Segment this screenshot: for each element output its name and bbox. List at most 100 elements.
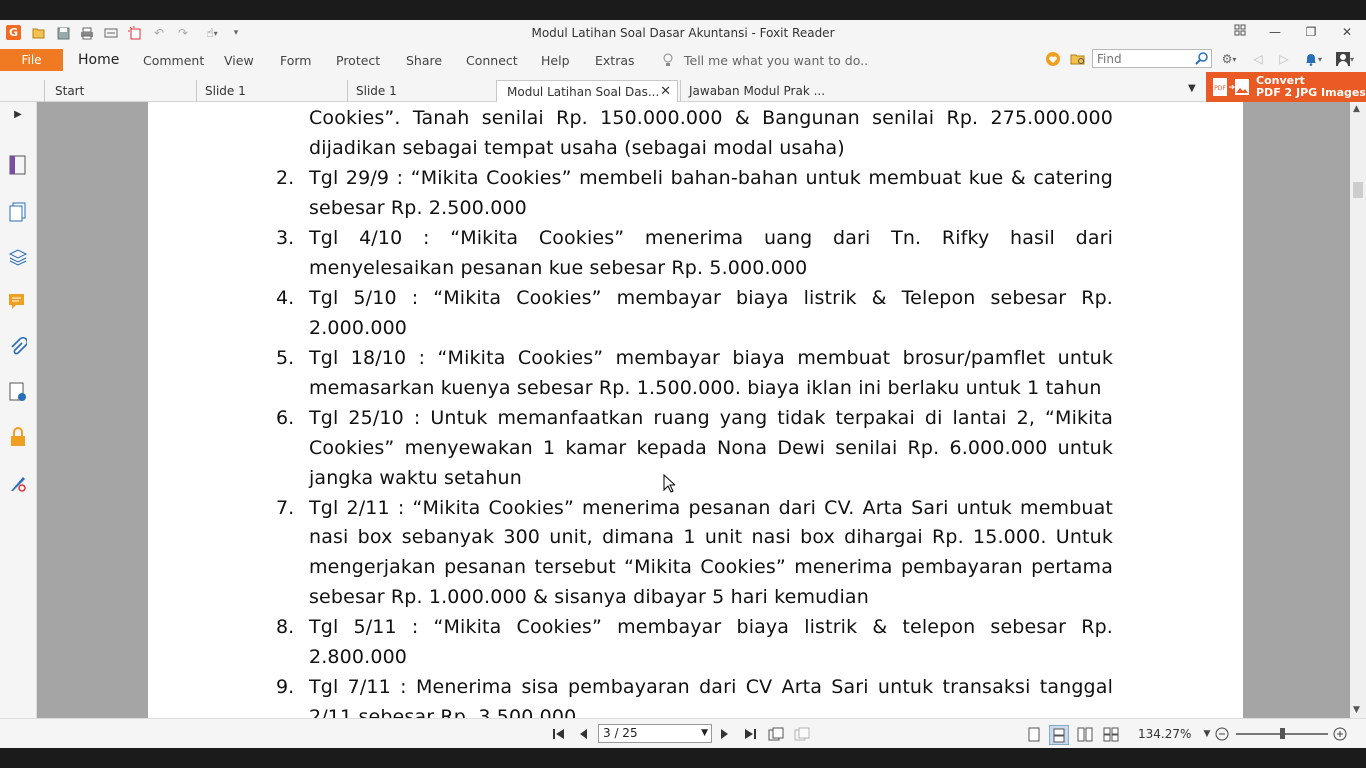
find-field[interactable] [1092, 49, 1212, 68]
zoom-in-icon[interactable] [1331, 725, 1349, 743]
previous-page-icon[interactable] [574, 725, 592, 743]
pdf-to-image-icon: PDF [1212, 76, 1250, 98]
tell-me-search[interactable]: Tell me what you want to do.. [684, 53, 868, 68]
paragraph-line: Tgl 5/11 : “Mikita Cookies” membayar bia… [309, 616, 1113, 638]
tab-label: Jawaban Modul Prak ... [689, 84, 826, 98]
tab-label: Slide 1 [205, 84, 246, 98]
next-view-icon[interactable] [793, 725, 811, 743]
menu-comment[interactable]: Comment [143, 53, 204, 68]
paragraph-line: Tgl 25/10 : Untuk memanfaatkan ruang yan… [309, 407, 1113, 429]
page-number-select[interactable]: 3 / 25 ▼ [598, 724, 712, 743]
menu-form[interactable]: Form [280, 53, 312, 68]
expand-panel-icon[interactable]: ▶ [7, 106, 29, 122]
digital-signature-icon[interactable] [7, 472, 29, 494]
status-bar: 3 / 25 ▼ 134.27% ▼ [0, 718, 1366, 748]
layers-icon[interactable] [7, 246, 29, 268]
first-page-icon[interactable] [550, 725, 568, 743]
zoom-level[interactable]: 134.27% [1138, 727, 1191, 741]
mouse-cursor-icon [663, 473, 677, 496]
paragraph-line: menyelesaikan pesanan kue sebesar Rp. 5.… [309, 257, 808, 279]
scroll-down-icon[interactable]: ▼ [1353, 705, 1360, 715]
paragraph-line: Tgl 4/10 : “Mikita Cookies” menerima uan… [309, 227, 1113, 249]
tab-slide-1-b[interactable]: Slide 1 [347, 80, 495, 102]
find-input[interactable] [1097, 51, 1189, 66]
ribbon-menu-bar: File Home Comment View Form Protect Shar… [0, 46, 1366, 74]
menu-share[interactable]: Share [406, 53, 442, 68]
bottom-black-strip [0, 748, 1366, 768]
paragraph-line: Tgl 7/11 : Menerima sisa pembayaran dari… [309, 676, 1113, 698]
bookmark-icon[interactable] [7, 154, 29, 176]
security-lock-icon[interactable] [7, 426, 29, 448]
attachment-icon[interactable] [7, 336, 29, 358]
menu-home[interactable]: Home [78, 52, 119, 68]
heart-icon[interactable] [1045, 51, 1061, 67]
continuous-facing-view-icon[interactable] [1102, 725, 1120, 743]
scrollbar-thumb[interactable] [1353, 182, 1363, 198]
tab-modul-latihan[interactable]: Modul Latihan Soal Das... ✕ [496, 80, 678, 102]
list-number: 2. [276, 167, 295, 189]
paragraph-line: sebesar Rp. 2.500.000 [309, 197, 527, 219]
list-number: 8. [276, 616, 295, 638]
tab-list-dropdown-icon[interactable]: ▼ [1188, 83, 1196, 94]
paragraph-line: mengerjakan pesanan tersebut “Mikita Coo… [309, 556, 1113, 578]
comments-icon[interactable] [7, 291, 29, 313]
settings-gear-icon[interactable]: ⚙ ▾ [1217, 51, 1241, 67]
scroll-up-icon[interactable]: ▲ [1353, 104, 1360, 114]
restore-button[interactable]: ❐ [1299, 23, 1323, 41]
list-number: 5. [276, 347, 295, 369]
menu-view[interactable]: View [224, 53, 254, 68]
facing-view-icon[interactable] [1076, 725, 1094, 743]
pdf-icon-label: PDF [1214, 85, 1226, 92]
search-icon[interactable] [1195, 51, 1209, 68]
paragraph-line: Cookies” menyewakan 1 kamar kepada Nona … [309, 437, 1113, 459]
zoom-out-icon[interactable] [1213, 725, 1231, 743]
document-viewport[interactable]: Cookies”. Tanah senilai Rp. 150.000.000 … [37, 102, 1350, 718]
close-window-button[interactable]: ✕ [1335, 23, 1359, 41]
forward-arrow-icon[interactable]: ▷ [1276, 51, 1292, 67]
vertical-scrollbar[interactable]: ▲ ▼ [1350, 102, 1366, 718]
ribbon-display-icon[interactable] [1228, 23, 1252, 41]
tab-label: Slide 1 [356, 84, 397, 98]
convert-banner-line2: PDF 2 JPG Images [1256, 86, 1366, 99]
tab-label: Start [55, 84, 85, 98]
paragraph-line: 2.000.000 [309, 317, 408, 339]
minimize-button[interactable]: — [1263, 23, 1287, 41]
pages-thumbnail-icon[interactable] [7, 201, 29, 223]
paragraph-line: nasi box sebanyak 300 unit, dimana 1 uni… [309, 526, 1113, 548]
paragraph-line: Tgl 5/10 : “Mikita Cookies” membayar bia… [309, 287, 1113, 309]
navigation-panel: ▶ [0, 102, 37, 718]
find-folder-icon[interactable] [1070, 51, 1086, 67]
paragraph-line: jangka waktu setahun [309, 467, 522, 489]
user-account-icon[interactable]: ▾ [1332, 51, 1358, 67]
list-number: 4. [276, 287, 295, 309]
tab-slide-1-a[interactable]: Slide 1 [196, 80, 346, 102]
back-arrow-icon[interactable]: ◁ [1250, 51, 1266, 67]
tab-label: Modul Latihan Soal Das... [507, 85, 660, 99]
close-tab-icon[interactable]: ✕ [660, 81, 671, 103]
menu-extras[interactable]: Extras [595, 53, 635, 68]
zoom-slider-handle[interactable] [1280, 728, 1285, 739]
signature-panel-icon[interactable] [7, 381, 29, 403]
convert-pdf-banner[interactable]: PDF Convert PDF 2 JPG Images [1206, 72, 1366, 102]
paragraph-line: Tgl 18/10 : “Mikita Cookies” membayar bi… [309, 347, 1113, 369]
tab-start[interactable]: Start [44, 80, 196, 102]
lightbulb-icon [660, 52, 676, 68]
menu-protect[interactable]: Protect [336, 53, 380, 68]
paragraph-line: Tgl 29/9 : “Mikita Cookies” membeli baha… [309, 167, 1113, 189]
paragraph-line: Cookies”. Tanah senilai Rp. 150.000.000 … [309, 107, 1113, 129]
title-bar: G ↶ ↷ ☝ ▾ ▾ Modul Latihan Soal Dasar Akun… [0, 20, 1366, 46]
file-menu[interactable]: File [0, 49, 63, 71]
paragraph-line: 2.800.000 [309, 646, 408, 668]
paragraph-line: dijadikan sebagai tempat usaha (sebagai … [309, 137, 845, 159]
chevron-down-icon[interactable]: ▼ [701, 725, 708, 742]
top-black-strip [0, 0, 1366, 20]
last-page-icon[interactable] [741, 725, 759, 743]
notification-bell-icon[interactable]: ▾ [1300, 51, 1326, 67]
menu-connect[interactable]: Connect [466, 53, 518, 68]
continuous-view-icon[interactable] [1049, 725, 1069, 745]
tab-jawaban-modul[interactable]: Jawaban Modul Prak ... [680, 80, 830, 102]
menu-help[interactable]: Help [541, 53, 570, 68]
single-page-view-icon[interactable] [1025, 725, 1043, 743]
previous-view-icon[interactable] [767, 725, 785, 743]
next-page-icon[interactable] [716, 725, 734, 743]
